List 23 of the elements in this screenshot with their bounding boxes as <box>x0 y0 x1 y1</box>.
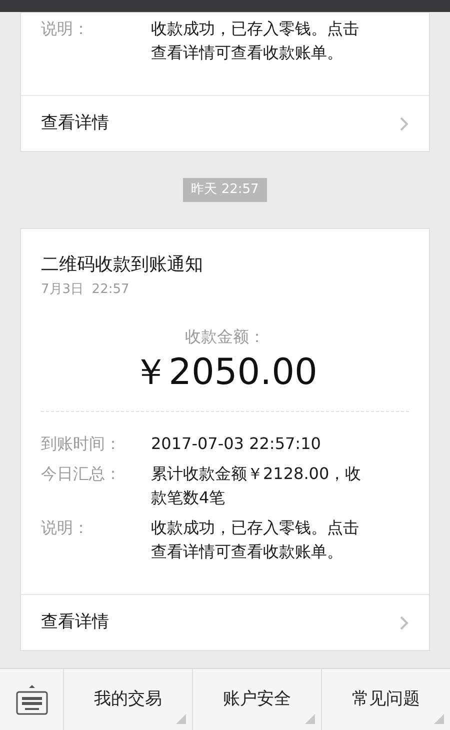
chevron-right-icon <box>399 614 409 630</box>
timestamp: 昨天 22:57 <box>183 178 267 202</box>
field-label: 说明： <box>41 18 90 40</box>
amount-label: 收款金额： <box>185 326 265 348</box>
field-label: 今日汇总： <box>41 463 122 485</box>
menu-button[interactable]: 账户安全 <box>193 669 322 730</box>
card-date: 7月3日 22:57 <box>41 280 130 298</box>
corner-triangle-icon <box>176 714 186 724</box>
field-value: 收款成功，已存入零钱。点击查看详情可查看收款账单。 <box>151 517 360 563</box>
menu-button[interactable]: 常见问题 <box>322 669 450 730</box>
field-label: 到账时间： <box>41 433 122 455</box>
details-link[interactable]: 查看详情 <box>21 95 429 151</box>
amount: ￥2050.00 <box>132 351 318 395</box>
details-link[interactable]: 查看详情 <box>21 594 429 650</box>
field-value: 收款成功，已存入零钱。点击查看详情可查看收款账单。 <box>151 18 360 64</box>
corner-triangle-icon <box>434 714 444 724</box>
chevron-right-icon <box>399 116 409 132</box>
menu-button[interactable]: 我的交易 <box>64 669 193 730</box>
field-value: 2017-07-03 22:57:10 <box>151 433 322 455</box>
field-label: 说明： <box>41 517 90 539</box>
corner-triangle-icon <box>305 714 315 724</box>
field-value: 累计收款金额￥2128.00，收款笔数4笔 <box>151 463 362 509</box>
card-title: 二维码收款到账通知 <box>41 252 204 276</box>
